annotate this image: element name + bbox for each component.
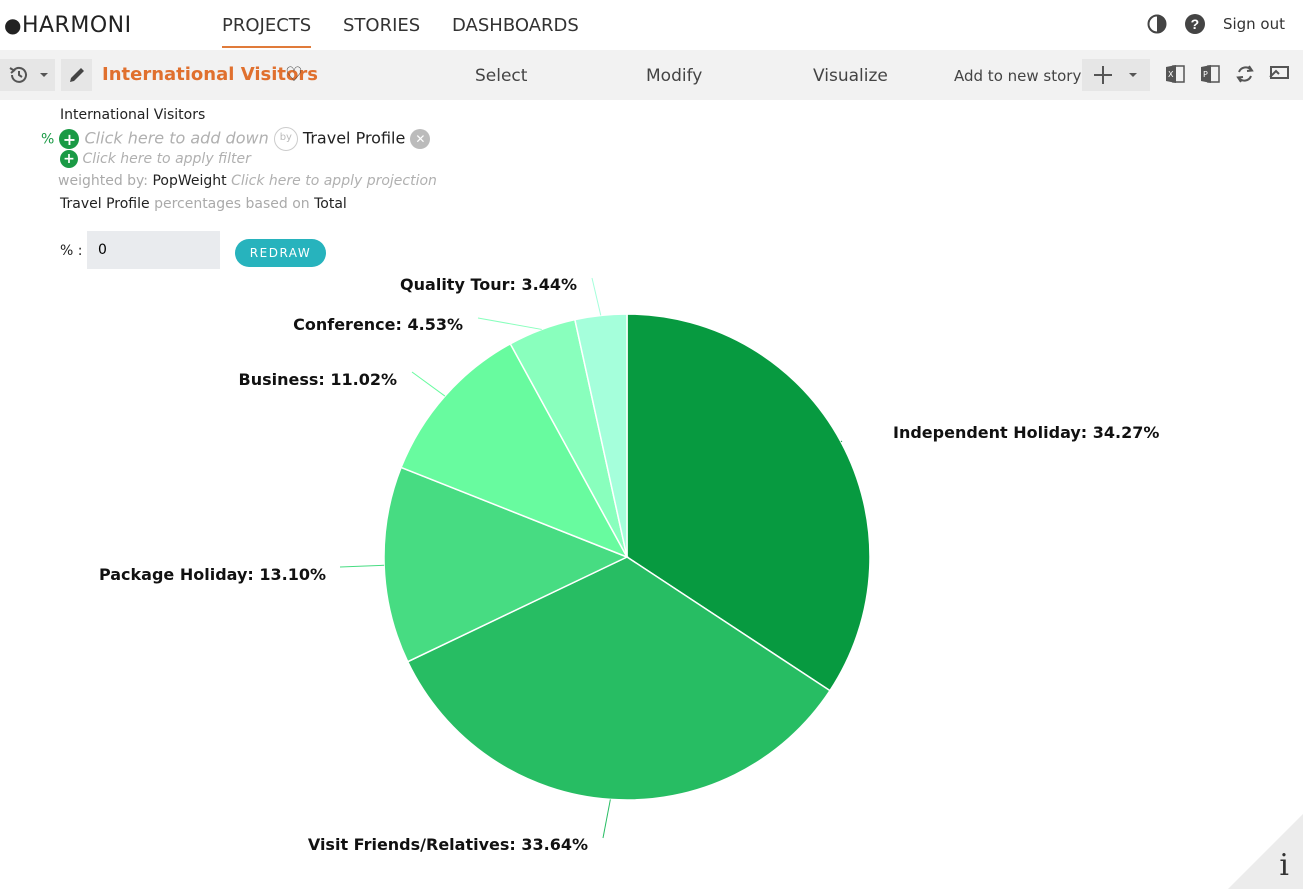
leader-line	[339, 564, 385, 568]
leader-line	[411, 371, 446, 397]
leader-line	[840, 440, 843, 443]
leader-line	[477, 317, 542, 330]
slice-label: Quality Tour: 3.44%	[400, 275, 577, 294]
slice-label: Business: 11.02%	[239, 370, 398, 389]
slice-label: Package Holiday: 13.10%	[99, 565, 326, 584]
info-icon[interactable]: i	[1279, 848, 1289, 883]
leader-line	[591, 277, 602, 316]
slice-label: Conference: 4.53%	[293, 315, 463, 334]
pie-chart: Independent Holiday: 34.27% Visit Friends…	[99, 275, 1159, 854]
leader-line	[602, 799, 611, 839]
info-corner	[1228, 814, 1303, 889]
slice-label: Independent Holiday: 34.27%	[893, 423, 1159, 442]
slice-label: Visit Friends/Relatives: 33.64%	[308, 835, 588, 854]
